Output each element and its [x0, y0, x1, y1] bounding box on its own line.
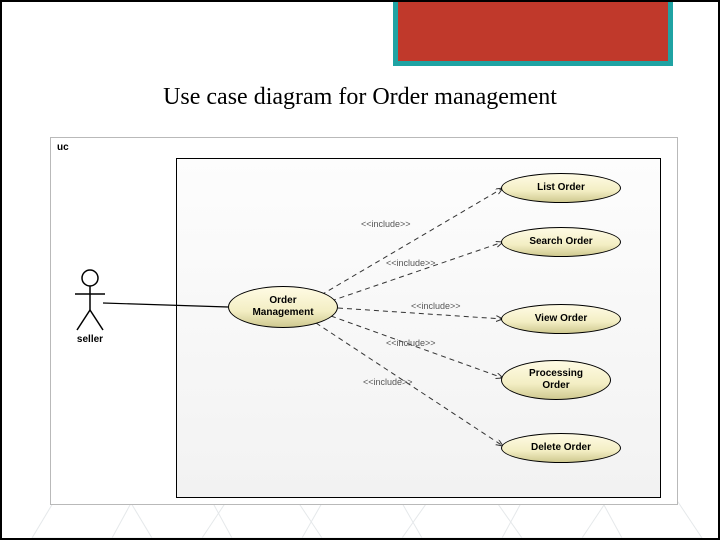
title-banner	[393, 2, 673, 66]
usecase-view-order: View Order	[501, 304, 621, 334]
include-label-4: <<include>>	[386, 338, 436, 348]
include-label-1: <<include>>	[361, 219, 411, 229]
usecase-main: Order Management	[228, 286, 338, 328]
usecase-search-order: Search Order	[501, 227, 621, 257]
actor-label: seller	[61, 334, 119, 345]
usecase-delete-order: Delete Order	[501, 433, 621, 463]
usecase-processing-order: Processing Order	[501, 360, 611, 400]
frame-label: uc	[57, 142, 69, 153]
usecase-list-order: List Order	[501, 173, 621, 203]
actor-icon	[69, 268, 111, 334]
include-label-2: <<include>>	[386, 258, 436, 268]
include-label-3: <<include>>	[411, 301, 461, 311]
actor-seller: seller	[61, 268, 119, 345]
usecase-diagram: uc seller	[50, 137, 678, 505]
include-label-5: <<include>>	[363, 377, 413, 387]
slide-title: Use case diagram for Order management	[2, 84, 718, 111]
slide: Use case diagram for Order management uc…	[0, 0, 720, 540]
